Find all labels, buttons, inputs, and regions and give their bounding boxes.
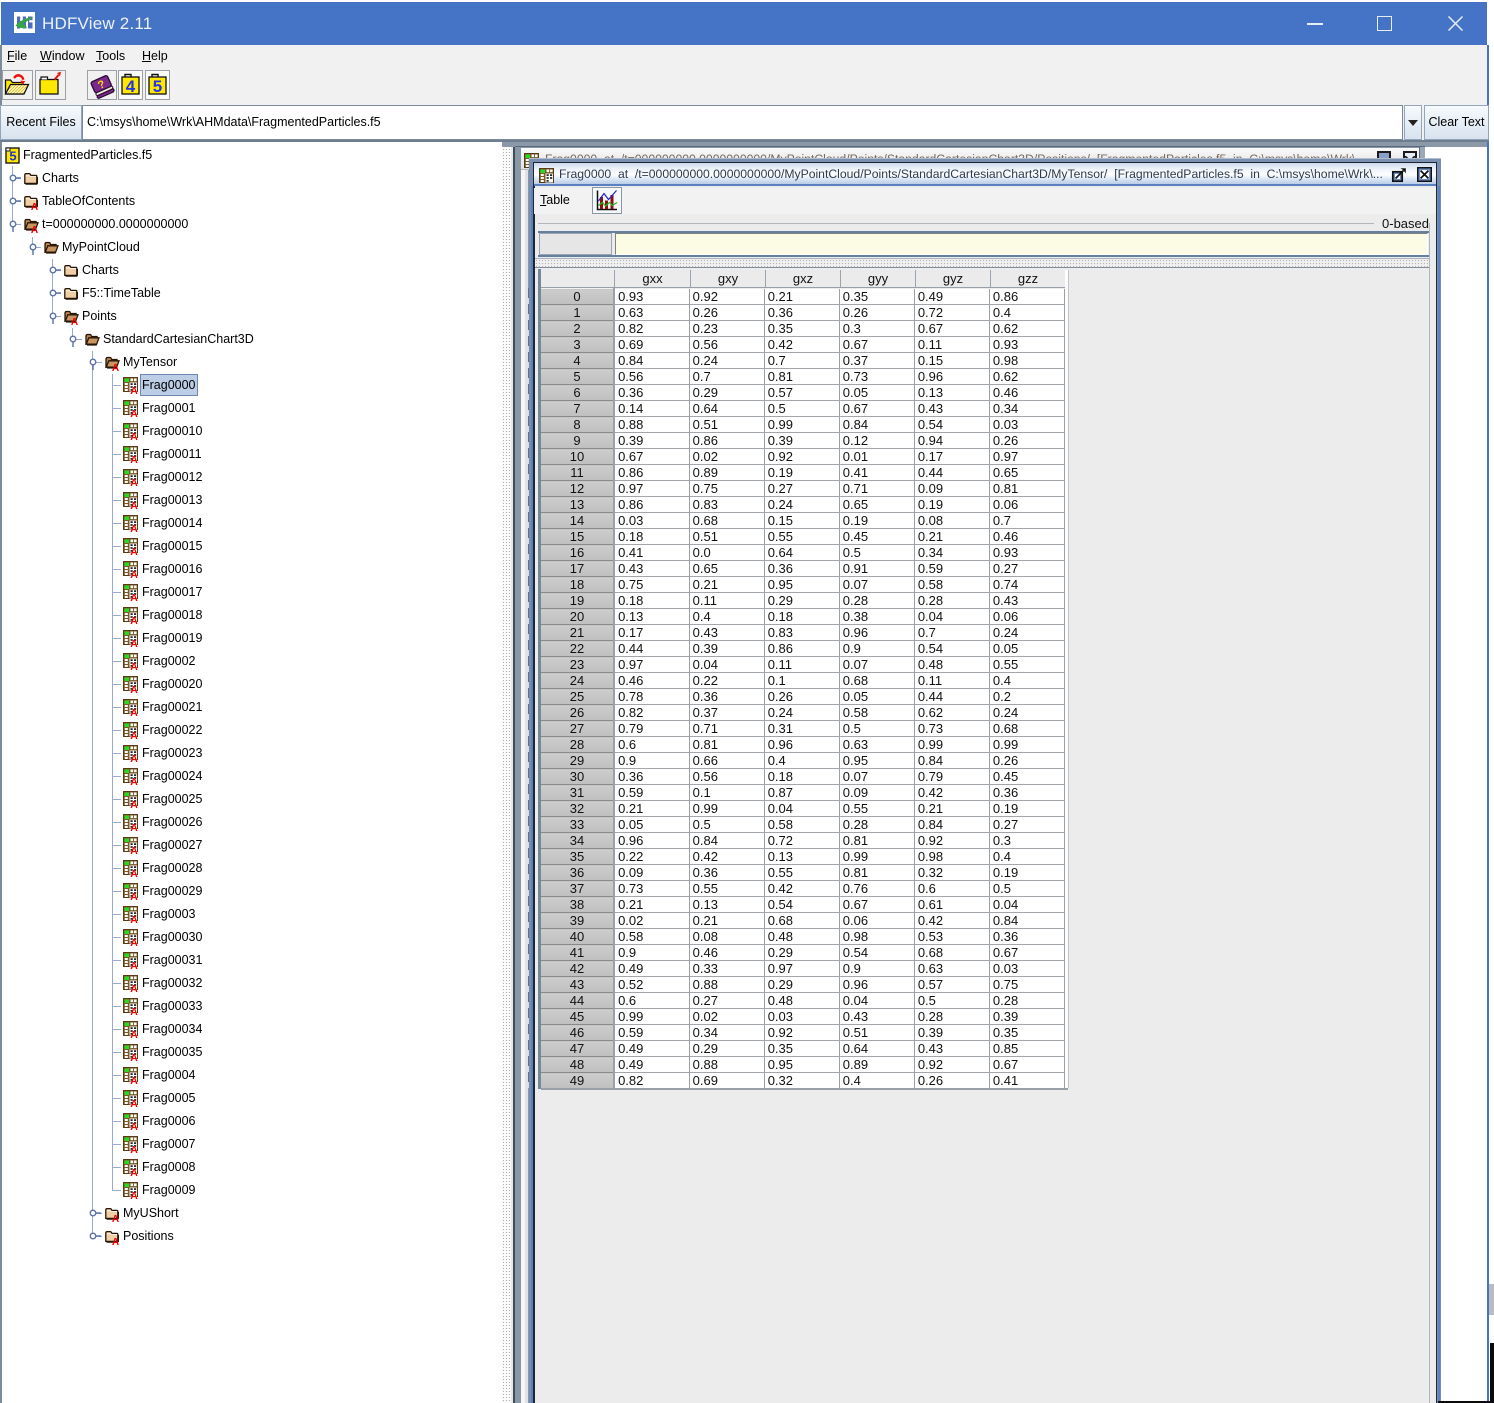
svg-text:A: A <box>130 868 138 878</box>
svg-text:A: A <box>130 753 138 763</box>
svg-text:A: A <box>112 1214 119 1223</box>
svg-text:A: A <box>130 1144 138 1154</box>
svg-text:A: A <box>130 500 138 510</box>
svg-text:5: 5 <box>153 77 162 96</box>
svg-text:A: A <box>130 523 138 533</box>
svg-text:A: A <box>130 1029 138 1039</box>
svg-text:A: A <box>130 822 138 832</box>
svg-text:A: A <box>130 1098 138 1108</box>
svg-text:A: A <box>130 1075 138 1085</box>
svg-text:A: A <box>130 799 138 809</box>
svg-text:A: A <box>130 477 138 487</box>
svg-text:A: A <box>31 202 38 211</box>
svg-text:A: A <box>130 615 138 625</box>
svg-text:A: A <box>130 937 138 947</box>
svg-text:A: A <box>112 1237 119 1246</box>
svg-text:A: A <box>130 408 138 418</box>
svg-text:A: A <box>130 454 138 464</box>
svg-text:A: A <box>130 845 138 855</box>
svg-text:A: A <box>130 1052 138 1062</box>
svg-text:A: A <box>130 431 138 441</box>
svg-text:A: A <box>112 363 119 372</box>
svg-text:A: A <box>130 638 138 648</box>
svg-text:A: A <box>130 1121 138 1131</box>
svg-text:A: A <box>130 1167 138 1177</box>
svg-text:A: A <box>130 661 138 671</box>
svg-text:A: A <box>71 317 78 326</box>
svg-text:A: A <box>130 592 138 602</box>
svg-text:4: 4 <box>126 77 136 96</box>
svg-text:A: A <box>130 569 138 579</box>
svg-text:A: A <box>31 225 38 234</box>
svg-text:A: A <box>130 891 138 901</box>
svg-text:A: A <box>130 385 138 395</box>
svg-text:A: A <box>130 983 138 993</box>
svg-text:A: A <box>130 1006 138 1016</box>
svg-text:A: A <box>130 776 138 786</box>
svg-text:A: A <box>130 684 138 694</box>
svg-text:A: A <box>130 730 138 740</box>
svg-text:A: A <box>130 707 138 717</box>
svg-text:A: A <box>130 914 138 924</box>
svg-text:A: A <box>130 546 138 556</box>
svg-text:5: 5 <box>9 149 16 164</box>
svg-text:A: A <box>130 1190 138 1200</box>
svg-text:A: A <box>130 960 138 970</box>
